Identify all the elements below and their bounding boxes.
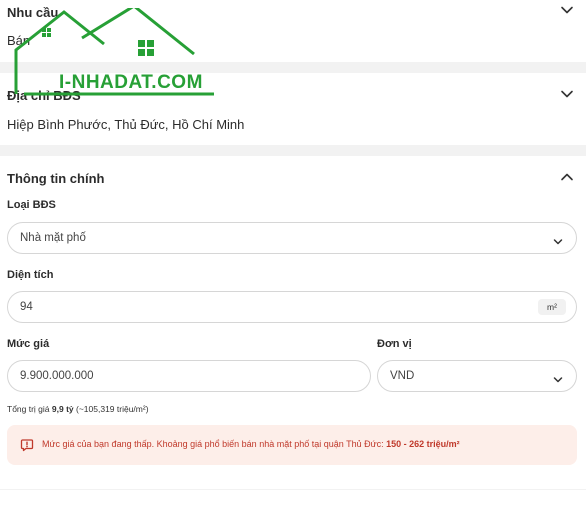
currency-select[interactable]: VND xyxy=(377,360,577,392)
total-prefix: Tổng trị giá xyxy=(7,404,52,414)
address-value: Hiệp Bình Phước, Thủ Đức, Hồ Chí Minh xyxy=(7,117,245,132)
total-value: 9,9 tỷ xyxy=(51,404,74,414)
low-price-warning: Mức giá của bạn đang thấp. Khoảng giá ph… xyxy=(7,425,577,465)
currency-label: Đơn vị xyxy=(377,338,412,350)
main-info-title: Thông tin chính xyxy=(7,171,105,186)
watermark-logo: I-NHADAT.COM xyxy=(4,4,234,108)
chevron-down-icon xyxy=(553,372,563,383)
main-info-section: Thông tin chính Loại BĐS Nhà mặt phố Diệ… xyxy=(0,156,586,489)
price-value: 9.900.000.000 xyxy=(20,370,94,382)
property-type-label: Loại BĐS xyxy=(7,199,56,211)
chevron-down-icon[interactable] xyxy=(560,87,574,101)
next-section xyxy=(0,490,586,510)
warning-price-range: 150 - 262 triệu/m² xyxy=(386,439,460,449)
watermark-text: I-NHADAT.COM xyxy=(59,72,203,93)
chevron-up-icon[interactable] xyxy=(560,170,574,184)
area-value: 94 xyxy=(20,301,33,313)
area-input[interactable]: 94 m² xyxy=(7,291,577,323)
chevron-down-icon xyxy=(553,234,563,245)
alert-icon xyxy=(20,438,34,452)
currency-value: VND xyxy=(390,370,415,382)
warning-message: Mức giá của bạn đang thấp. Khoảng giá ph… xyxy=(42,439,387,449)
property-type-value: Nhà mặt phố xyxy=(20,232,86,244)
total-value-hint: Tổng trị giá 9,9 tỷ (~105,319 triệu/m²) xyxy=(7,404,149,414)
price-input[interactable]: 9.900.000.000 xyxy=(7,360,371,392)
total-suffix: (~105,319 triệu/m²) xyxy=(73,404,149,414)
price-label: Mức giá xyxy=(7,338,50,350)
chevron-down-icon[interactable] xyxy=(560,3,574,17)
warning-text: Mức giá của bạn đang thấp. Khoảng giá ph… xyxy=(42,439,460,449)
property-type-select[interactable]: Nhà mặt phố xyxy=(7,222,577,254)
area-unit-badge: m² xyxy=(538,299,566,315)
area-label: Diện tích xyxy=(7,269,54,281)
